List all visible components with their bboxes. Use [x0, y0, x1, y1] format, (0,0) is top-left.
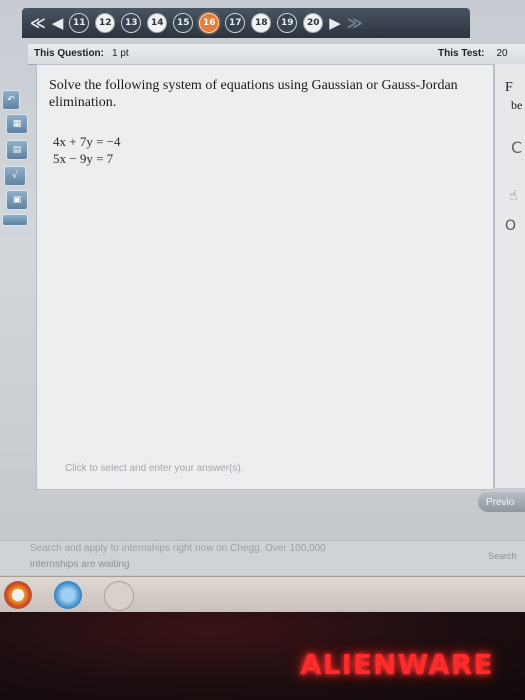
side-panel-text: be: [511, 98, 523, 112]
browser-ad-strip: Search and apply to internships right no…: [0, 540, 525, 575]
view-example-icon[interactable]: ▦: [6, 114, 28, 134]
question-number-18[interactable]: 18: [251, 13, 272, 33]
last-question-icon[interactable]: ≫: [347, 14, 363, 32]
question-points: This Question: 1 pt: [34, 48, 129, 59]
screen: ≪ ◀ 11 12 13 14 15 16 17 18 19 20 ▶ ≫ Th…: [0, 0, 525, 612]
question-number-17[interactable]: 17: [225, 13, 246, 33]
calculator-icon[interactable]: √: [4, 166, 26, 186]
previous-question-icon[interactable]: ◀: [52, 14, 64, 32]
question-number-15[interactable]: 15: [173, 13, 194, 33]
textbook-icon[interactable]: ▤: [6, 140, 28, 160]
question-number-20[interactable]: 20: [303, 13, 324, 33]
test-points: This Test: 20: [438, 48, 508, 59]
internet-explorer-icon[interactable]: [54, 581, 82, 609]
question-prompt: Solve the following system of equations …: [49, 78, 458, 110]
left-toolbar: ↶ ▦ ▤ √ ▣: [0, 82, 36, 242]
question-panel: Solve the following system of equations …: [36, 64, 494, 490]
question-number-19[interactable]: 19: [277, 13, 298, 33]
question-number-11[interactable]: 11: [69, 13, 90, 33]
side-panel-letter: F: [505, 80, 513, 95]
previous-button[interactable]: Previo: [478, 492, 525, 512]
equation-2: 5x − 9y = 7: [53, 151, 114, 166]
alienware-logo: ALIENWARE: [300, 648, 494, 681]
test-points-value: 20: [496, 48, 508, 59]
equation-system: 4x + 7y = −4 5x − 9y = 7: [53, 133, 121, 167]
equation-1: 4x + 7y = −4: [53, 134, 121, 149]
score-status-bar: This Question: 1 pt This Test: 20: [28, 44, 525, 65]
video-icon[interactable]: ▣: [6, 190, 28, 210]
question-number-16-current[interactable]: 16: [199, 13, 220, 33]
radio-option-o[interactable]: O: [505, 218, 516, 234]
question-number-14[interactable]: 14: [147, 13, 168, 33]
radio-option-c[interactable]: C: [511, 138, 522, 157]
question-number-12[interactable]: 12: [95, 13, 116, 33]
windows-taskbar: [0, 576, 525, 612]
file-explorer-icon[interactable]: [104, 581, 134, 611]
pointer-cursor-icon: ☝: [509, 188, 518, 204]
question-number-13[interactable]: 13: [121, 13, 142, 33]
question-navigation-bar: ≪ ◀ 11 12 13 14 15 16 17 18 19 20 ▶ ≫: [22, 8, 470, 38]
chrome-icon[interactable]: [4, 581, 32, 609]
ad-line-1[interactable]: Search and apply to internships right no…: [30, 543, 326, 554]
first-question-icon[interactable]: ≪: [30, 14, 46, 32]
answer-side-panel: F be C ☝ O: [494, 64, 525, 488]
next-question-icon[interactable]: ▶: [329, 14, 341, 32]
question-points-label: This Question:: [34, 48, 104, 59]
ad-line-2[interactable]: internships are waiting: [30, 559, 130, 570]
more-tools-icon[interactable]: [2, 214, 28, 226]
answer-entry-hint[interactable]: Click to select and enter your answer(s)…: [65, 463, 243, 474]
test-points-label: This Test:: [438, 48, 485, 59]
ad-search-button[interactable]: Search: [488, 551, 517, 561]
question-points-value: 1 pt: [112, 48, 129, 59]
help-me-solve-icon[interactable]: ↶: [2, 90, 20, 110]
